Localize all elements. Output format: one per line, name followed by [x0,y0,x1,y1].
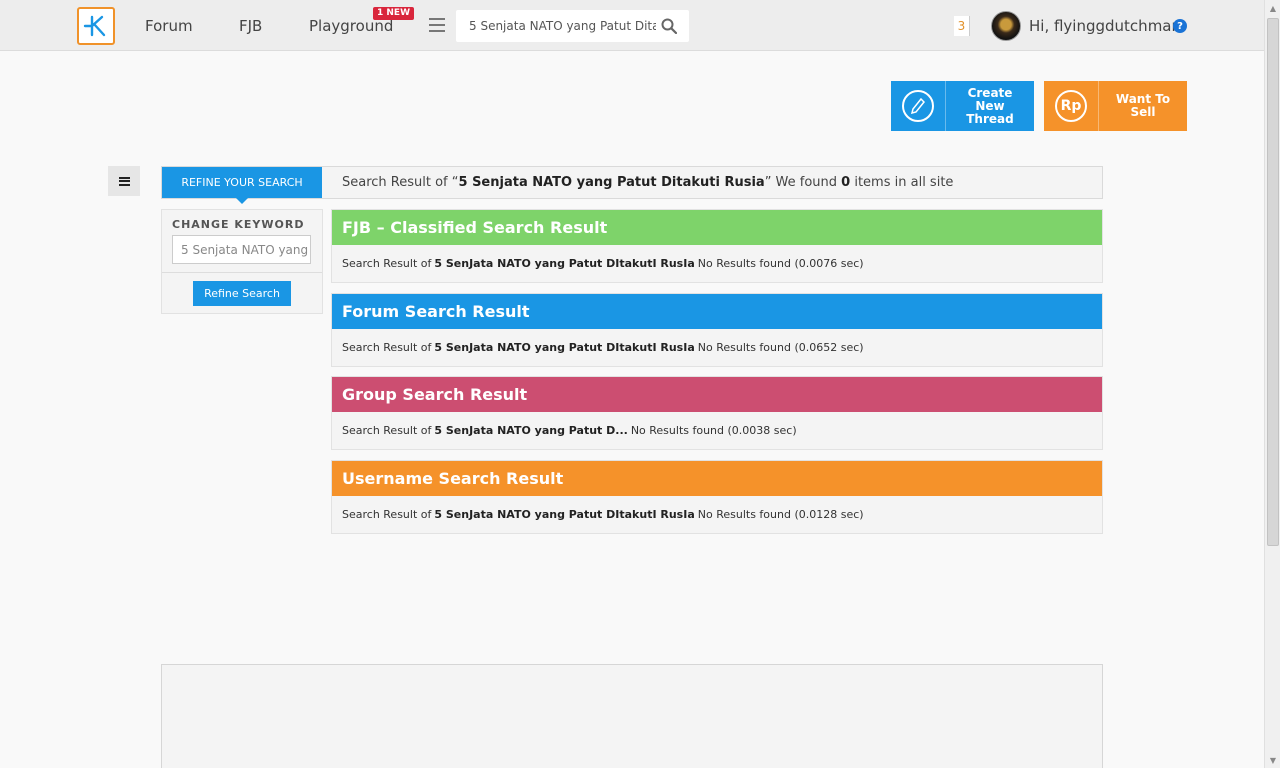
group-result-title[interactable]: Group Search Result [332,377,1102,412]
username-result-body: Search Result of 5 SenJata NATO yang Patu… [342,508,864,521]
group-result-section: Group Search Result Search Result of 5 Se… [331,376,1103,450]
group-result-body: Search Result of 5 SenJata NATO yang Patu… [342,424,797,437]
scroll-thumb[interactable] [1267,18,1279,546]
notification-count[interactable]: 3 [954,16,970,36]
scroll-down-arrow-icon[interactable]: ▼ [1265,752,1280,768]
kaskus-logo-icon [83,15,106,37]
forum-result-title[interactable]: Forum Search Result [332,294,1102,329]
username-result-section: Username Search Result Search Result of 5… [331,460,1103,534]
tab-refine-your-search[interactable]: REFINE YOUR SEARCH [162,167,322,204]
create-new-thread-label: Create New Thread [966,85,1014,126]
fjb-result-body: Search Result of 5 SenJata NATO yang Patu… [342,257,864,270]
footer-content-box [161,664,1103,768]
search-summary-bar: REFINE YOUR SEARCH Search Result of “5 S… [161,166,1103,204]
forum-result-section: Forum Search Result Search Result of 5 Se… [331,293,1103,367]
rupiah-icon: Rp [1044,81,1099,131]
new-badge: 1 NEW [373,7,415,20]
create-new-thread-button[interactable]: Create New Thread [891,81,1034,131]
help-icon[interactable]: ? [1173,19,1187,33]
search-icon[interactable] [661,18,677,34]
keyword-input[interactable] [172,235,311,264]
sidebar-toggle-button[interactable] [108,166,140,196]
search-box [456,10,689,42]
avatar[interactable] [991,11,1021,41]
divider [162,272,322,273]
nav-forum[interactable]: Forum [145,17,193,35]
fjb-result-title[interactable]: FJB – Classified Search Result [332,210,1102,245]
search-input[interactable] [456,10,656,42]
nav-fjb[interactable]: FJB [239,17,262,35]
scroll-up-arrow-icon[interactable]: ▲ [1265,0,1280,16]
search-summary-text: Search Result of “5 Senjata NATO yang Pa… [342,175,954,190]
pencil-icon [891,81,946,131]
forum-result-body: Search Result of 5 SenJata NATO yang Patu… [342,341,864,354]
refine-panel: CHANGE KEYWORD Refine Search [161,209,323,314]
kaskus-logo[interactable] [77,7,115,45]
top-navbar: Forum FJB Playground 1 NEW 3 Hi, flyingg… [0,0,1264,51]
menu-icon[interactable] [429,18,445,32]
list-icon [118,176,130,186]
change-keyword-heading: CHANGE KEYWORD [172,218,305,231]
fjb-result-section: FJB – Classified Search Result Search Re… [331,209,1103,283]
refine-search-button[interactable]: Refine Search [193,281,291,306]
page-scrollbar[interactable]: ▲ ▼ [1264,0,1280,768]
want-to-sell-label: Want To Sell [1115,92,1171,119]
want-to-sell-button[interactable]: Rp Want To Sell [1044,81,1187,131]
username-result-title[interactable]: Username Search Result [332,461,1102,496]
user-greeting[interactable]: Hi, flyinggdutchman [1029,17,1181,35]
